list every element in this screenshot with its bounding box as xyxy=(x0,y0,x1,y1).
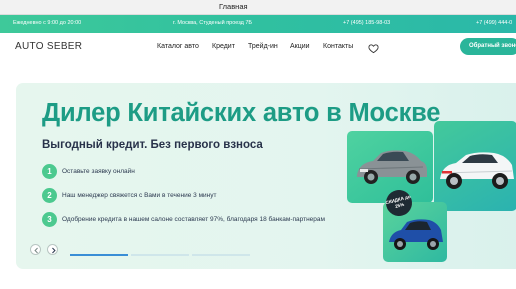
callback-button[interactable]: Обратный звонок xyxy=(460,38,516,55)
tab-title[interactable]: Главная xyxy=(219,2,248,11)
hero-title: Дилер Китайских авто в Москве xyxy=(42,99,441,127)
logo[interactable]: AUTO SEBER xyxy=(15,41,82,52)
step-text: Оставьте заявку онлайн xyxy=(62,168,135,175)
address: г. Москва, Студеный проезд 7Б xyxy=(173,20,253,26)
step-number: 3 xyxy=(42,212,57,227)
phone-2[interactable]: +7 (499) 444-0 xyxy=(476,20,512,26)
slider-progress-active[interactable] xyxy=(70,254,128,256)
hero-subtitle: Выгодный кредит. Без первого взноса xyxy=(42,139,263,151)
phone-1[interactable]: +7 (495) 185-98-03 xyxy=(343,20,390,26)
step-text: Наш менеджер свяжется с Вами в течение 3… xyxy=(62,192,217,199)
car-card-white-suv[interactable] xyxy=(434,121,516,211)
slider-progress-segment[interactable] xyxy=(192,254,250,256)
browser-tab-bar: Главная xyxy=(0,0,516,15)
main-navigation: AUTO SEBER Каталог авто Кредит Трейд-ин … xyxy=(0,33,516,61)
slider-next-button[interactable] xyxy=(47,244,58,255)
step-text: Одобрение кредита в нашем салоне составл… xyxy=(62,216,325,223)
car-image xyxy=(440,152,514,189)
slider-progress-segment[interactable] xyxy=(131,254,189,256)
heart-icon[interactable] xyxy=(368,41,379,54)
working-hours: Ежедневно с 9:00 до 20:00 xyxy=(13,20,82,26)
step-number: 1 xyxy=(42,164,57,179)
chevron-right-icon xyxy=(52,247,56,254)
nav-item-promotions[interactable]: Акции xyxy=(290,43,310,50)
slider-prev-button[interactable] xyxy=(30,244,41,255)
step-number: 2 xyxy=(42,188,57,203)
nav-item-trade-in[interactable]: Трейд-ин xyxy=(248,43,278,50)
nav-item-credit[interactable]: Кредит xyxy=(212,43,235,50)
nav-item-contacts[interactable]: Контакты xyxy=(323,43,353,50)
nav-item-catalog[interactable]: Каталог авто xyxy=(157,43,199,50)
chevron-left-icon xyxy=(34,247,38,254)
contact-strip: Ежедневно с 9:00 до 20:00 г. Москва, Сту… xyxy=(0,15,516,33)
